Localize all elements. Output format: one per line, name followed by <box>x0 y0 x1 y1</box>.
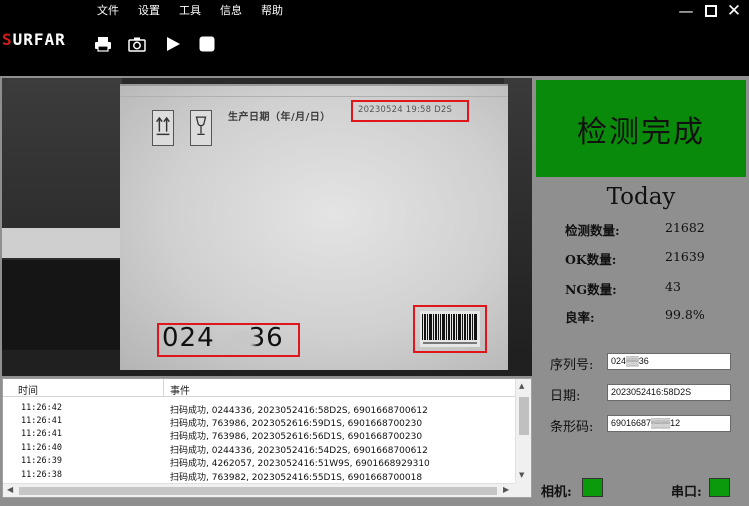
menu-settings[interactable]: 设置 <box>138 3 179 19</box>
title-bar: 文件 设置 工具 信息 帮助 — ✕ SURFAR <box>0 0 749 76</box>
printer-icon[interactable] <box>94 36 112 52</box>
stat-ok-label: OK数量: <box>565 252 617 267</box>
camera-background-right <box>504 78 532 376</box>
brand-logo-first: S <box>2 30 13 49</box>
stat-yield-value: 99.8% <box>665 307 705 322</box>
stat-ok-value: 21639 <box>665 249 705 264</box>
serial-field[interactable]: 024▒▒36 <box>607 353 731 370</box>
conveyor-rail <box>2 228 122 258</box>
this-way-up-icon <box>152 110 174 146</box>
log-vertical-scroll-thumb[interactable] <box>519 397 529 435</box>
camera-icon[interactable] <box>128 36 146 52</box>
log-event: 扫码成功, 0244336, 2023052416:58D2S, 6901668… <box>170 406 428 416</box>
stat-yield-label: 良率: <box>565 310 595 325</box>
log-horizontal-scrollbar[interactable]: ◀ ▶ <box>3 483 515 497</box>
code-redaction <box>228 331 256 349</box>
menu-file[interactable]: 文件 <box>97 3 138 19</box>
barcode-field[interactable]: 69016687▒▒▒12 <box>607 415 731 432</box>
log-column-divider[interactable] <box>163 379 164 397</box>
log-header-event[interactable]: 事件 <box>170 382 190 397</box>
log-event: 扫码成功, 763986, 2023052616:59D1S, 69016687… <box>170 419 423 429</box>
scroll-left-icon[interactable]: ◀ <box>7 485 13 494</box>
stat-inspected-value: 21682 <box>665 220 705 235</box>
stat-ng-label: NG数量: <box>565 282 617 297</box>
stop-icon[interactable] <box>198 36 216 52</box>
log-time: 11:26:41 <box>21 429 62 439</box>
scroll-right-icon[interactable]: ▶ <box>503 485 509 494</box>
log-time: 11:26:40 <box>21 443 62 453</box>
log-time: 11:26:38 <box>21 470 62 480</box>
camera-status-indicator <box>582 478 603 497</box>
log-time: 11:26:41 <box>21 416 62 426</box>
date-field[interactable]: 2023052416:58D2S <box>607 384 731 401</box>
log-event: 扫码成功, 763982, 2023052416:55D1S, 69016687… <box>170 473 423 483</box>
code-readout: 024 36 <box>162 323 284 353</box>
date-label: 日期: <box>550 389 581 404</box>
serial-port-status-indicator <box>709 478 730 497</box>
barcode-image <box>420 311 480 347</box>
table-row[interactable]: 11:26:41 扫码成功, 763986, 2023052616:56D1S,… <box>3 429 515 442</box>
stat-ng-value: 43 <box>665 279 681 294</box>
log-time: 11:26:42 <box>21 403 62 413</box>
table-row[interactable]: 11:26:39 扫码成功, 4262057, 2023052416:51W9S… <box>3 456 515 469</box>
camera-status-label: 相机: <box>541 485 572 500</box>
play-icon[interactable] <box>164 36 182 52</box>
menu-tools[interactable]: 工具 <box>179 3 220 19</box>
fragile-icon <box>190 110 212 146</box>
table-row[interactable]: 11:26:38 扫码成功, 763982, 2023052416:55D1S,… <box>3 470 515 483</box>
camera-view: 生产日期（年/月/日） 20230524 19:58 D2S 024 36 <box>2 78 532 376</box>
brand-logo-rest: URFAR <box>12 30 66 49</box>
minimize-button[interactable]: — <box>675 2 697 20</box>
log-header: 时间 事件 <box>3 379 515 397</box>
menu-help[interactable]: 帮助 <box>261 3 302 19</box>
table-row[interactable]: 11:26:41 扫码成功, 763986, 2023052616:59D1S,… <box>3 416 515 429</box>
production-date-label: 生产日期（年/月/日） <box>228 112 331 123</box>
barcode-label: 条形码: <box>550 420 594 435</box>
log-horizontal-scroll-thumb[interactable] <box>19 487 497 495</box>
scrollbar-corner <box>515 483 531 497</box>
serial-port-status-label: 串口: <box>671 485 702 500</box>
table-row[interactable]: 11:26:40 扫码成功, 0244336, 2023052416:54D2S… <box>3 443 515 456</box>
log-event: 扫码成功, 0244336, 2023052416:54D2S, 6901668… <box>170 446 428 456</box>
today-title: Today <box>606 184 676 210</box>
inspection-status-text: 检测完成 <box>577 114 705 150</box>
event-log: 时间 事件 11:26:42 扫码成功, 0244336, 2023052416… <box>2 378 532 498</box>
maximize-button[interactable] <box>705 5 717 17</box>
menu-bar: 文件 设置 工具 信息 帮助 <box>97 3 302 19</box>
carton-seam <box>120 96 508 97</box>
brand-logo: SURFAR <box>2 30 66 49</box>
log-event: 扫码成功, 763986, 2023052616:56D1S, 69016687… <box>170 432 423 442</box>
scroll-up-icon[interactable]: ▲ <box>519 382 524 390</box>
log-header-time[interactable]: 时间 <box>18 382 38 397</box>
log-event: 扫码成功, 4262057, 2023052416:51W9S, 6901668… <box>170 459 430 469</box>
log-vertical-scrollbar[interactable]: ▲ ▼ <box>515 379 531 483</box>
stat-inspected-label: 检测数量: <box>565 223 620 238</box>
serial-label: 序列号: <box>550 358 594 373</box>
table-row[interactable]: 11:26:42 扫码成功, 0244336, 2023052416:58D2S… <box>3 403 515 416</box>
menu-info[interactable]: 信息 <box>220 3 261 19</box>
log-time: 11:26:39 <box>21 456 62 466</box>
scroll-down-icon[interactable]: ▼ <box>519 471 524 479</box>
close-button[interactable]: ✕ <box>723 2 745 20</box>
code-readout-head: 024 <box>162 323 215 353</box>
date-readout: 20230524 19:58 D2S <box>358 105 453 115</box>
inspection-status-panel: 检测完成 <box>536 80 746 177</box>
